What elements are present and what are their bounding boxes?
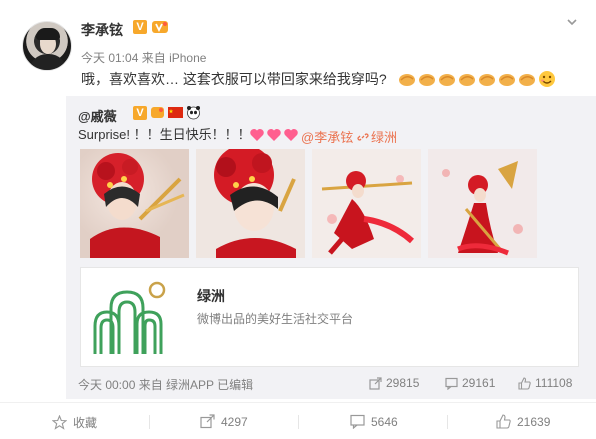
favorite-button[interactable]: 收藏 [52,414,97,431]
star-icon [52,415,67,430]
clap-emoji-icon [499,74,515,86]
member-level-icon [151,107,164,118]
favorite-label: 收藏 [73,416,98,430]
comment-button[interactable]: 5646 [350,414,398,429]
lvzhou-link[interactable]: 绿洲 [357,127,397,146]
china-flag-icon [168,107,183,118]
heart-emoji-icon [267,129,281,141]
share-icon [369,376,382,390]
repost-username[interactable]: @戚薇 [78,106,117,125]
share-icon [200,414,215,429]
repost-button[interactable]: 4297 [200,414,248,429]
chevron-down-icon[interactable] [566,16,578,28]
repost-share-stat[interactable]: 29815 [369,376,419,390]
member-level-icon [152,21,168,33]
lvzhou-card[interactable]: 绿洲 微博出品的美好生活社交平台 [80,267,579,367]
thumbs-up-icon [518,376,531,390]
action-bar: 收藏 4297 5646 21639 [0,402,596,439]
photo-thumbnail-1[interactable] [80,149,189,258]
clap-emoji-icon [399,74,415,86]
post-time[interactable]: 今天 01:04 [81,51,138,65]
comment-icon [445,377,458,390]
repost-comment-count: 29161 [462,376,496,390]
lvzhou-link-label: 绿洲 [371,130,398,145]
clap-emoji-icon [519,74,535,86]
post-meta: 今天 01:04 来自 iPhone [81,49,206,66]
repost-share-count: 29815 [386,376,420,390]
smile-emoji-icon [539,71,555,87]
source-prefix: 来自 [141,51,166,65]
mention-link[interactable]: @李承铉 [301,127,353,146]
post-text: 哦，喜欢喜欢… 这套衣服可以带回家来给我穿吗? [81,71,387,87]
clap-emoji-icon [419,74,435,86]
photo-thumbnail-3[interactable] [312,149,421,258]
thumbs-up-icon [496,414,511,429]
link-icon [357,133,369,141]
emoji-row [398,70,556,88]
verified-v-icon: V [133,20,147,34]
like-count: 21639 [517,414,551,429]
repost-meta: 今天 00:00 来自 绿洲APP 已编辑 [78,378,254,392]
clap-emoji-icon [459,74,475,86]
repost-badges: V [133,105,201,120]
heart-emoji-icon [250,129,264,141]
comment-icon [350,414,365,429]
lvzhou-logo-icon [93,281,166,354]
repost-like-count: 111108 [535,376,573,390]
avatar[interactable] [22,21,72,71]
hearts-emoji-row [249,127,299,143]
panda-icon [187,106,200,120]
lvzhou-card-description: 微博出品的美好生活社交平台 [197,312,354,326]
lvzhou-card-title: 绿洲 [197,288,225,304]
photo-grid [80,149,537,258]
like-button[interactable]: 21639 [496,414,550,429]
clap-emoji-icon [439,74,455,86]
verified-v-icon: V [133,105,147,120]
post-username[interactable]: 李承铉 [81,20,123,40]
repost-like-stat[interactable]: 111108 [518,376,572,390]
post-source[interactable]: iPhone [169,51,206,65]
comment-count: 5646 [371,414,398,429]
photo-thumbnail-2[interactable] [196,149,305,258]
repost-count: 4297 [221,414,248,429]
photo-thumbnail-4[interactable] [428,149,537,258]
clap-emoji-icon [479,74,495,86]
repost-comment-stat[interactable]: 29161 [445,376,495,390]
heart-emoji-icon [284,129,298,141]
repost-text: Surprise! ！！生日快乐！！！ [78,127,251,142]
weibo-post-card: 李承铉 V 今天 01:04 来自 iPhone 哦，喜欢喜欢… 这套衣服可以带… [0,0,596,439]
